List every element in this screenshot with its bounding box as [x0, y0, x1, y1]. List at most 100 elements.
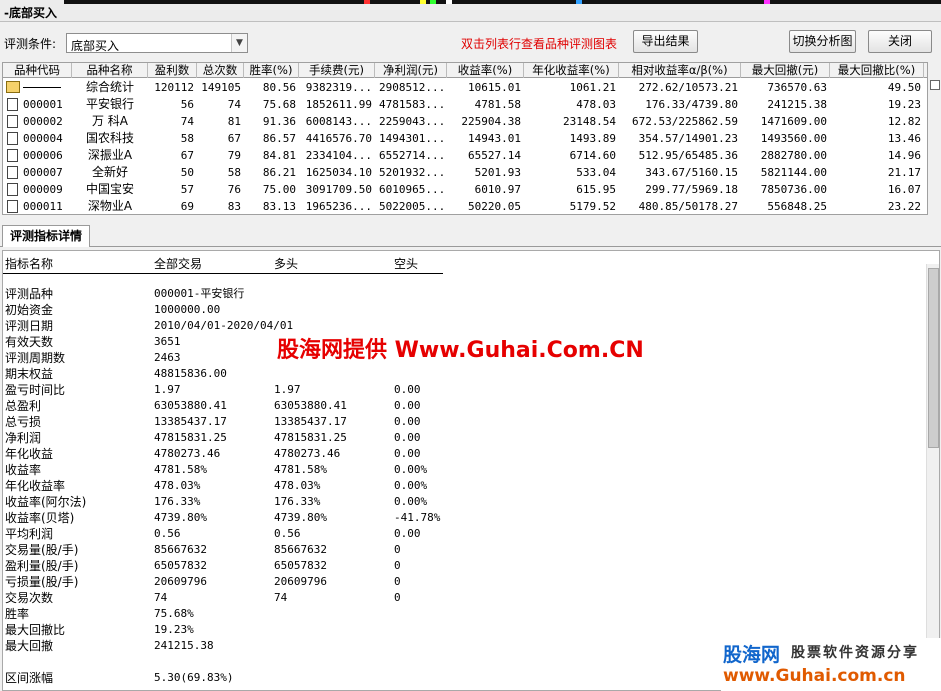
watermark-text: 股海网提供 Www.Guhai.Com.CN	[277, 338, 644, 363]
detail-metric-value: 0	[394, 575, 401, 588]
brand-tagline: 股票软件资源分享	[791, 645, 919, 661]
ticker-strip	[64, 0, 941, 4]
detail-row: 年化收益率 478.03% 478.03% 0.00%	[3, 478, 703, 494]
detail-metric-name: 评测日期	[5, 319, 54, 333]
table-row[interactable]: 000009 中国宝安 57 76 75.00 3091709.50 60109…	[3, 181, 927, 198]
detail-metric-name: 胜率	[5, 607, 30, 621]
detail-metric-value: 2463	[154, 351, 181, 364]
col-header-max-drawdown-ratio[interactable]: 最大回撤比(%)	[830, 63, 924, 78]
col-header-name[interactable]: 品种名称	[72, 63, 148, 78]
detail-metric-value: 63053880.41	[274, 399, 347, 412]
table-row[interactable]: 000002 万 科A 74 81 91.36 6008143... 22590…	[3, 113, 927, 130]
detail-metric-value: 19.23%	[154, 623, 194, 636]
detail-panel: 指标名称 全部交易 多头 空头 评测品种 000001-平安银行 初始资金 10000…	[2, 250, 940, 691]
detail-metric-value: 20609796	[154, 575, 207, 588]
col-header-code[interactable]: 品种代码	[3, 63, 72, 78]
detail-metric-value: 0.00%	[394, 463, 428, 476]
col-header-max-drawdown[interactable]: 最大回撤(元)	[741, 63, 830, 78]
detail-metric-name: 收益率	[5, 463, 42, 477]
detail-row: 最大回撤比 19.23%	[3, 622, 703, 638]
results-table: 品种代码 品种名称 盈利数 总次数 胜率(%) 手续费(元) 净利润(元) 收益…	[2, 62, 928, 215]
detail-metric-value: 75.68%	[154, 607, 194, 620]
table-row[interactable]: 000004 国农科技 58 67 86.57 4416576.70 14943…	[3, 130, 927, 147]
detail-metric-value: 3651	[154, 335, 181, 348]
detail-metric-value: 63053880.41	[154, 399, 227, 412]
detail-metric-name: 盈亏时间比	[5, 383, 66, 397]
table-scrollbar[interactable]	[929, 62, 941, 215]
window-titlebar: -底部买入	[0, 0, 941, 22]
table-row[interactable]: 000001 平安银行 56 74 75.68 1852611.99 47815…	[3, 96, 927, 113]
detail-metric-value: 4739.80%	[154, 511, 207, 524]
col-header-relative-return[interactable]: 相对收益率α/β(%)	[619, 63, 741, 78]
file-icon	[7, 200, 18, 213]
detail-metric-name: 评测周期数	[5, 351, 66, 365]
detail-header-long: 多头	[274, 257, 299, 271]
detail-metric-name: 净利润	[5, 431, 42, 445]
col-header-wins[interactable]: 盈利数	[148, 63, 197, 78]
export-button[interactable]: 导出结果	[633, 30, 698, 53]
detail-row: 盈亏时间比 1.97 1.97 0.00	[3, 382, 703, 398]
detail-metric-name: 平均利润	[5, 527, 54, 541]
col-header-winrate[interactable]: 胜率(%)	[244, 63, 299, 78]
detail-metric-name: 总亏损	[5, 415, 42, 429]
detail-metric-name: 最大回撤比	[5, 623, 66, 637]
window-title: -底部买入	[4, 6, 57, 20]
detail-metric-value: 4780273.46	[274, 447, 341, 460]
detail-metric-value: 4780273.46	[154, 447, 221, 460]
detail-metric-value: 4739.80%	[274, 511, 327, 524]
col-header-netprofit[interactable]: 净利润(元)	[375, 63, 447, 78]
detail-metric-value: 478.03%	[154, 479, 201, 492]
detail-row: 胜率 75.68%	[3, 606, 703, 622]
detail-metric-name: 年化收益	[5, 447, 54, 461]
detail-metric-name: 交易次数	[5, 591, 54, 605]
detail-metric-name: 年化收益率	[5, 479, 66, 493]
detail-metric-value: 85667632	[154, 543, 207, 556]
file-icon	[7, 115, 18, 128]
detail-metric-value: 65057832	[154, 559, 207, 572]
condition-toolbar: 评测条件: 底部买入 ▼ 双击列表行查看品种评测图表 导出结果 切换分析图 关闭	[0, 22, 941, 62]
detail-metric-value: 4781.58%	[274, 463, 327, 476]
tab-detail[interactable]: 评测指标详情	[2, 225, 90, 247]
table-row[interactable]: 000006 深振业A 67 79 84.81 2334104... 65527…	[3, 147, 927, 164]
detail-row: 评测品种 000001-平安银行	[3, 286, 703, 302]
detail-scrollbar[interactable]	[926, 264, 939, 689]
detail-metric-value: 1.97	[274, 383, 301, 396]
detail-metric-value: 13385437.17	[274, 415, 347, 428]
detail-metric-value: 0.56	[154, 527, 181, 540]
scrollbar-thumb[interactable]	[928, 268, 939, 448]
detail-row: 盈利量(股/手) 65057832 65057832 0	[3, 558, 703, 574]
detail-row: 总亏损 13385437.17 13385437.17 0.00	[3, 414, 703, 430]
condition-label: 评测条件:	[4, 37, 57, 51]
column-toggle-checkbox[interactable]	[930, 80, 940, 90]
detail-header-divider	[3, 273, 443, 274]
detail-row: 总盈利 63053880.41 63053880.41 0.00	[3, 398, 703, 414]
col-header-annual-return[interactable]: 年化收益率(%)	[524, 63, 619, 78]
table-row[interactable]: 000007 全新好 50 58 86.21 1625034.10 520193…	[3, 164, 927, 181]
detail-row: 亏损量(股/手) 20609796 20609796 0	[3, 574, 703, 590]
detail-metric-value: 0.00	[394, 447, 421, 460]
detail-row: 初始资金 1000000.00	[3, 302, 703, 318]
detail-row: 期末权益 48815836.00	[3, 366, 703, 382]
detail-metric-value: 4781.58%	[154, 463, 207, 476]
close-button[interactable]: 关闭	[868, 30, 932, 53]
table-row[interactable]: 000011 深物业A 69 83 83.13 1965236... 50220…	[3, 198, 927, 214]
detail-row: 收益率 4781.58% 4781.58% 0.00%	[3, 462, 703, 478]
detail-metric-name: 收益率(贝塔)	[5, 511, 75, 525]
col-header-fee[interactable]: 手续费(元)	[299, 63, 375, 78]
col-header-total[interactable]: 总次数	[197, 63, 244, 78]
switch-chart-button[interactable]: 切换分析图	[789, 30, 856, 53]
detail-metric-value: 176.33%	[154, 495, 201, 508]
detail-metric-name: 有效天数	[5, 335, 54, 349]
detail-metric-value: 0.00%	[394, 479, 428, 492]
detail-metric-name: 交易量(股/手)	[5, 543, 79, 557]
detail-row: 平均利润 0.56 0.56 0.00	[3, 526, 703, 542]
condition-value: 底部买入	[71, 39, 120, 53]
detail-metric-value: 74	[274, 591, 288, 604]
chevron-down-icon[interactable]: ▼	[231, 34, 247, 52]
detail-row: 区间涨幅 5.30(69.83%)	[3, 670, 703, 686]
condition-select[interactable]: 底部买入 ▼	[66, 33, 248, 53]
file-icon	[7, 132, 18, 145]
col-header-return[interactable]: 收益率(%)	[447, 63, 524, 78]
table-row-summary[interactable]: 综合统计 120112 149105 80.56 9382319... 2908…	[3, 79, 927, 96]
detail-metric-value: 0.00	[394, 399, 421, 412]
